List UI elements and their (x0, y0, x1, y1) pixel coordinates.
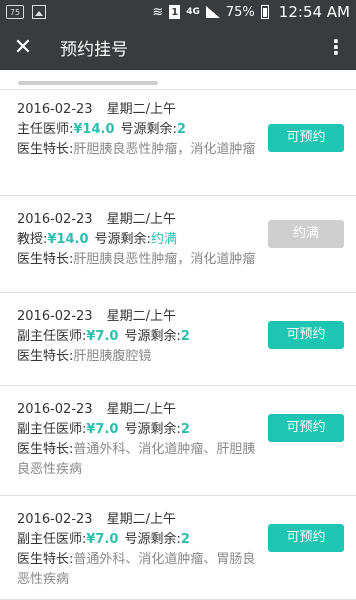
doctor-specialty: 医生特长:肝胆胰良恶性肿瘤，消化道肿瘤 (17, 252, 256, 267)
doctor-specialty: 医生特长:普通外科、消化道肿瘤、胃肠良恶性疾病 (17, 552, 256, 587)
list-item: 2016-02-23 星期二/上午 副主任医师:¥7.0 号源剩余:2 医生特长:普… (0, 496, 356, 600)
list-item-partial (0, 70, 356, 90)
doctor-fee-line: 副主任医师:¥7.0 号源剩余:2 (17, 422, 190, 437)
appointment-date: 2016-02-23 星期二/上午 (17, 512, 176, 527)
clipped-text (18, 81, 158, 85)
clock: 12:54 AM (278, 3, 350, 21)
appointment-date: 2016-02-23 星期二/上午 (17, 102, 176, 117)
doctor-fee-line: 主任医师:¥14.0 号源剩余:2 (17, 122, 186, 137)
sim-icon: 1 (169, 5, 181, 19)
book-button[interactable]: 可预约 (268, 524, 344, 552)
list-item: 2016-02-23 星期二/上午 副主任医师:¥7.0 号源剩余:2 医生特长:肝… (0, 293, 356, 386)
more-vertical-icon: ⋮ (326, 35, 346, 59)
book-button[interactable]: 可预约 (268, 414, 344, 442)
close-button[interactable]: ✕ (0, 24, 46, 70)
full-button[interactable]: 约满 (268, 220, 344, 248)
appointment-date: 2016-02-23 星期二/上午 (17, 309, 176, 324)
status-bar: 75 ≋ 1 4G 75% 12:54 AM (0, 0, 356, 24)
appointment-date: 2016-02-23 星期二/上午 (17, 402, 176, 417)
title-bar: ✕ 预约挂号 ⋮ (0, 24, 356, 70)
doctor-fee-line: 副主任医师:¥7.0 号源剩余:2 (17, 532, 190, 547)
notification-icon: 75 (6, 5, 24, 19)
doctor-fee-line: 教授:¥14.0 号源剩余:约满 (17, 232, 177, 247)
list-item: 2016-02-23 星期二/上午 主任医师:¥14.0 号源剩余:2 医生特长:肝… (0, 90, 356, 196)
book-button[interactable]: 可预约 (268, 124, 344, 152)
battery-percent: 75% (225, 4, 255, 20)
signal-icon (205, 6, 220, 18)
list-item: 2016-02-23 星期二/上午 副主任医师:¥7.0 号源剩余:2 医生特长:普… (0, 386, 356, 496)
list-item: 2016-02-23 星期二/上午 教授:¥14.0 号源剩余:约满 医生特长:肝胆… (0, 196, 356, 293)
close-icon: ✕ (13, 34, 33, 60)
doctor-specialty: 医生特长:普通外科、消化道肿瘤、肝胆胰良恶性疾病 (17, 442, 256, 477)
book-button[interactable]: 可预约 (268, 321, 344, 349)
doctor-specialty: 医生特长:肝胆胰腹腔镜 (17, 349, 152, 364)
doctor-specialty: 医生特长:肝胆胰良恶性肿瘤，消化道肿瘤 (17, 142, 256, 157)
battery-icon (260, 5, 269, 19)
schedule-list[interactable]: 2016-02-23 星期二/上午 主任医师:¥14.0 号源剩余:2 医生特长:肝… (0, 70, 356, 600)
more-button[interactable]: ⋮ (316, 24, 356, 70)
image-icon (32, 5, 46, 19)
appointment-date: 2016-02-23 星期二/上午 (17, 212, 176, 227)
network-type: 4G (186, 7, 200, 17)
doctor-fee-line: 副主任医师:¥7.0 号源剩余:2 (17, 329, 190, 344)
wifi-icon: ≋ (152, 4, 164, 20)
page-title: 预约挂号 (60, 39, 128, 60)
